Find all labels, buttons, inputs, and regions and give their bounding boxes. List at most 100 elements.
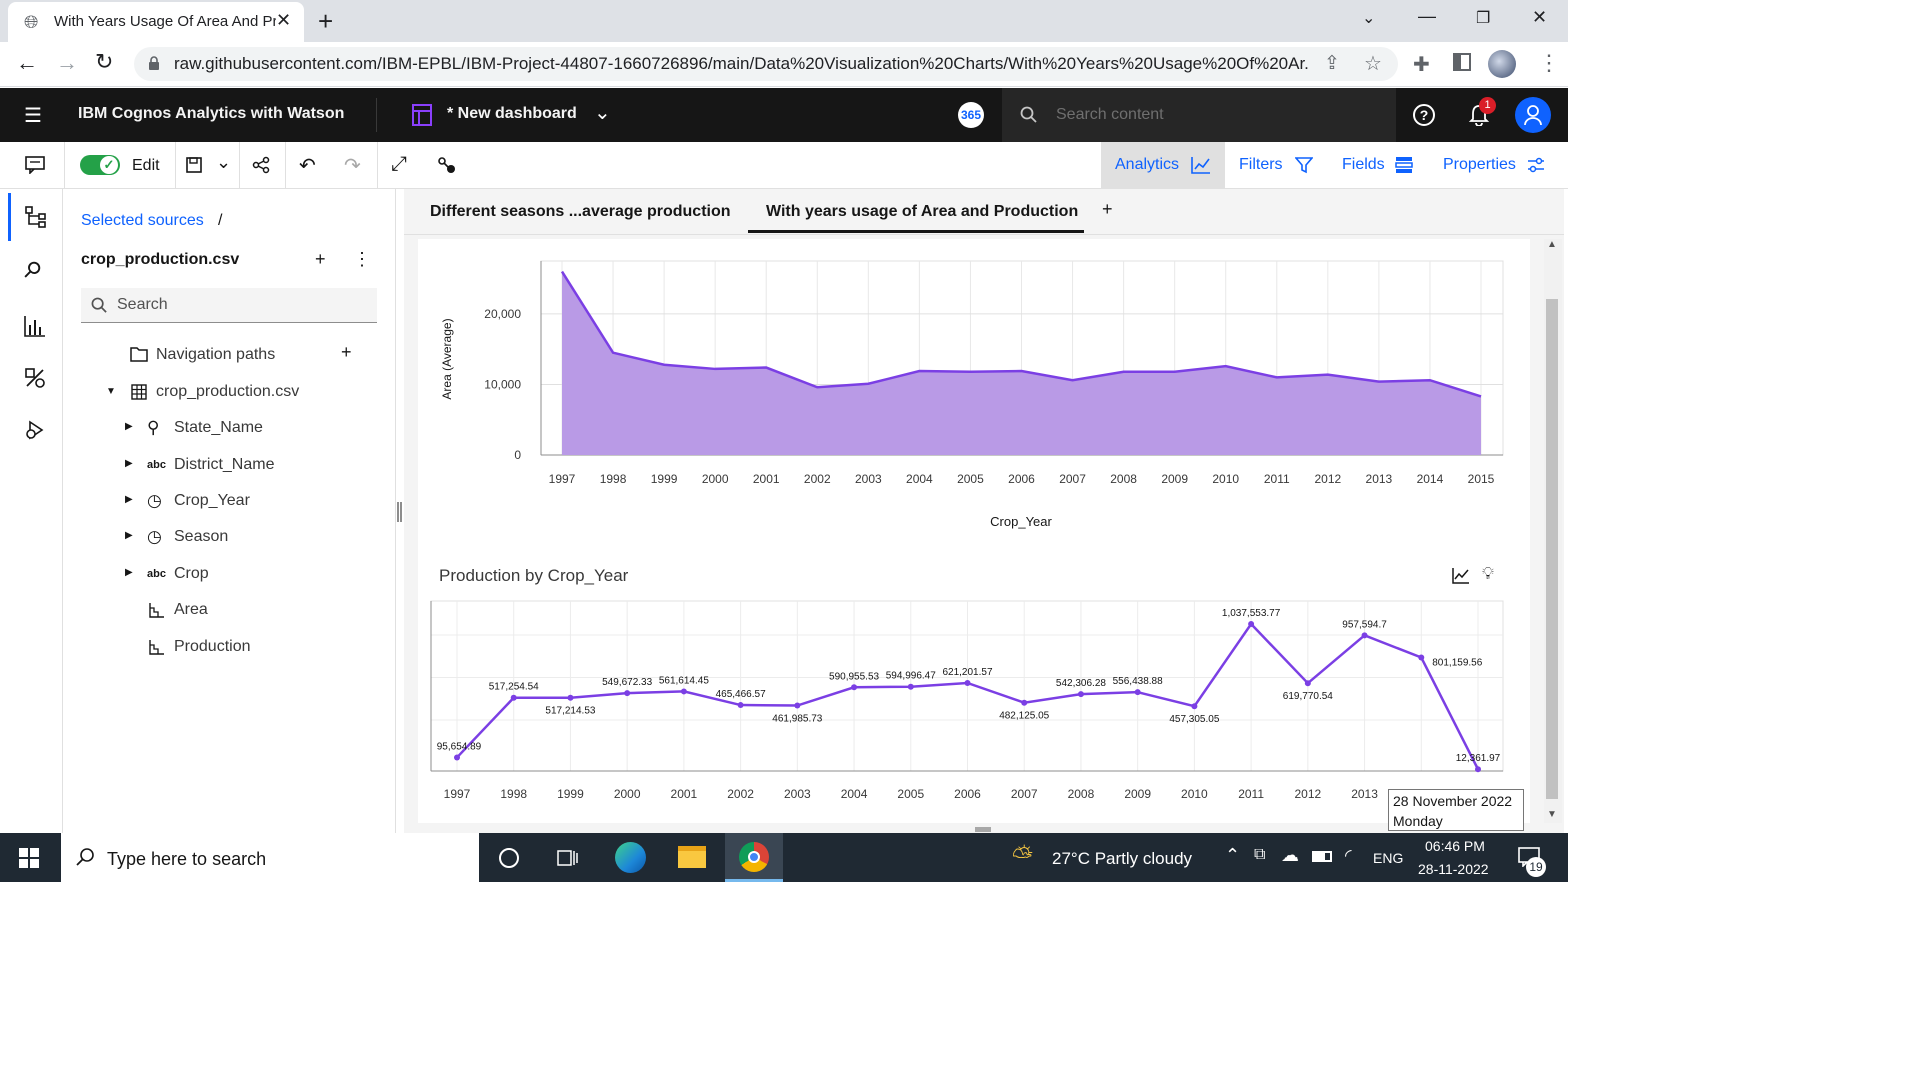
line-chart: 95,654.89 517,254.54 517,214.53 549,672.33 5… xyxy=(430,600,1504,801)
scrollbar-thumb[interactable] xyxy=(1546,299,1558,799)
field-state-name[interactable]: State_Name xyxy=(174,419,263,437)
comments-icon[interactable] xyxy=(25,156,45,174)
side-panel-icon[interactable] xyxy=(1453,53,1471,71)
caret-collapsed-icon[interactable]: ▶ xyxy=(125,421,133,432)
undo-icon[interactable]: ↶ xyxy=(299,153,316,178)
widgets-icon[interactable] xyxy=(24,367,46,389)
clock-date[interactable]: 28-11-2022 xyxy=(1418,861,1489,877)
field-crop[interactable]: Crop xyxy=(174,565,209,583)
analytics-chart-icon xyxy=(1191,157,1210,174)
insights-lightbulb-icon[interactable]: 💡︎ xyxy=(1482,564,1494,584)
assistant-icon[interactable] xyxy=(24,419,46,441)
line-x-tick-label: 2005 xyxy=(897,787,924,801)
close-tab-icon[interactable]: ✕ xyxy=(276,10,291,31)
change-visualization-icon[interactable] xyxy=(1452,567,1470,584)
tab-search-icon[interactable]: ⌄ xyxy=(1362,8,1375,28)
address-bar[interactable]: raw.githubusercontent.com/IBM-EPBL/IBM-P… xyxy=(134,47,1398,81)
horizontal-scroll-handle[interactable] xyxy=(975,827,991,832)
vertical-scrollbar[interactable]: ▲ ▼ xyxy=(1544,239,1562,823)
cloud-icon[interactable]: ☁︎ xyxy=(1281,845,1299,866)
forward-icon[interactable]: → xyxy=(56,52,78,74)
new-tab-icon[interactable]: + xyxy=(318,6,333,37)
edit-toolbar: ✓ Edit ⌄ ↶ ↷ ⤢ Analytics Filters Fields … xyxy=(0,142,1568,189)
tab-title: With Years Usage Of Area And Pr xyxy=(54,13,276,30)
windows-start-icon[interactable] xyxy=(19,848,39,868)
task-view-icon[interactable] xyxy=(557,847,579,869)
bookmark-star-icon[interactable]: ☆ xyxy=(1364,51,1382,76)
weather-icon[interactable]: ⛅︎ xyxy=(1012,841,1033,873)
weather-text[interactable]: 27°C Partly cloudy xyxy=(1052,849,1192,869)
search-content-box[interactable]: Search content xyxy=(1002,88,1396,142)
properties-sliders-icon[interactable] xyxy=(1527,156,1545,174)
taskbar-search-box[interactable]: Type here to search xyxy=(61,833,479,882)
chevron-down-icon[interactable]: ⌄ xyxy=(594,100,611,125)
caret-collapsed-icon[interactable]: ▶ xyxy=(125,567,133,578)
share-icon[interactable] xyxy=(252,156,270,174)
panel-resize-handle[interactable] xyxy=(397,502,402,522)
share-icon[interactable]: ⇪ xyxy=(1324,52,1340,75)
navigation-paths-label[interactable]: Navigation paths xyxy=(156,346,275,364)
close-window-icon[interactable]: ✕ xyxy=(1532,7,1547,28)
extensions-icon[interactable]: ✚ xyxy=(1413,52,1430,77)
production-data-point xyxy=(964,679,971,686)
scroll-up-icon[interactable]: ▲ xyxy=(1547,239,1557,250)
field-area[interactable]: Area xyxy=(174,601,208,619)
badge-365[interactable]: 365 xyxy=(958,102,984,128)
caret-collapsed-icon[interactable]: ▶ xyxy=(125,458,133,469)
hamburger-menu-icon[interactable]: ☰ xyxy=(24,103,42,128)
field-season[interactable]: Season xyxy=(174,528,228,546)
save-menu-chevron-icon[interactable]: ⌄ xyxy=(216,152,231,173)
caret-collapsed-icon[interactable]: ▶ xyxy=(125,494,133,505)
restore-icon[interactable]: ❐ xyxy=(1476,8,1490,28)
field-production[interactable]: Production xyxy=(174,638,251,656)
language-indicator[interactable]: ENG xyxy=(1373,850,1403,866)
tab-with-years-usage[interactable]: With years usage of Area and Production xyxy=(748,189,1084,233)
data-sources-tree-icon[interactable] xyxy=(25,206,47,228)
pin-icon[interactable]: ⚲ xyxy=(17,255,47,285)
browser-tab[interactable]: 🌐︎ With Years Usage Of Area And Pr ✕ xyxy=(8,2,304,42)
redo-icon[interactable]: ↷ xyxy=(344,153,361,178)
visualizations-icon[interactable] xyxy=(24,315,46,337)
save-icon[interactable] xyxy=(186,157,202,173)
dashboard-name[interactable]: * New dashboard xyxy=(447,105,577,123)
profile-avatar[interactable] xyxy=(1488,50,1516,78)
analytics-button[interactable]: Analytics xyxy=(1101,142,1225,188)
reload-icon[interactable]: ↻ xyxy=(95,51,113,73)
chrome-taskbar-button[interactable] xyxy=(725,833,783,882)
help-icon[interactable]: ? xyxy=(1413,104,1435,126)
area-x-tick-label: 1997 xyxy=(549,472,576,486)
tab-different-seasons[interactable]: Different seasons ...average production xyxy=(430,203,731,221)
show-hidden-icons-icon[interactable]: ⌃ xyxy=(1225,845,1240,866)
fullscreen-icon[interactable]: ⤢ xyxy=(391,153,407,176)
fields-label[interactable]: Fields xyxy=(1342,156,1385,174)
file-explorer-icon[interactable] xyxy=(678,846,706,868)
minimize-icon[interactable]: — xyxy=(1418,6,1436,27)
filter-icon[interactable] xyxy=(1295,156,1313,174)
browser-menu-icon[interactable]: ⋮ xyxy=(1538,50,1560,76)
add-tab-icon[interactable]: + xyxy=(1102,199,1113,220)
source-search-input[interactable]: Search xyxy=(81,288,377,323)
filters-label[interactable]: Filters xyxy=(1239,156,1283,174)
clock-time[interactable]: 06:46 PM xyxy=(1425,838,1485,854)
caret-collapsed-icon[interactable]: ▶ xyxy=(125,530,133,541)
drill-through-icon[interactable] xyxy=(437,156,457,176)
field-district-name[interactable]: District_Name xyxy=(174,456,274,474)
battery-icon[interactable] xyxy=(1312,851,1332,862)
field-crop-year[interactable]: Crop_Year xyxy=(174,492,250,510)
production-data-label: 465,466.57 xyxy=(716,689,766,700)
add-navigation-path-icon[interactable]: + xyxy=(341,342,352,363)
cortana-icon[interactable] xyxy=(499,848,519,868)
source-overflow-menu-icon[interactable]: ⋮ xyxy=(353,249,371,270)
fields-icon[interactable] xyxy=(1395,156,1413,174)
onedrive-icon[interactable]: ⧉ xyxy=(1254,846,1265,864)
back-icon[interactable]: ← xyxy=(16,52,38,74)
table-name-label[interactable]: crop_production.csv xyxy=(156,383,299,401)
properties-label[interactable]: Properties xyxy=(1443,156,1516,174)
breadcrumb[interactable]: Selected sources xyxy=(81,212,204,230)
edge-browser-icon[interactable] xyxy=(615,842,646,873)
wifi-icon[interactable]: ◜ xyxy=(1345,846,1352,866)
scroll-down-icon[interactable]: ▼ xyxy=(1547,809,1557,820)
caret-expanded-icon[interactable]: ▼ xyxy=(106,386,116,397)
production-data-point xyxy=(1077,691,1084,698)
add-source-icon[interactable]: + xyxy=(315,249,326,270)
